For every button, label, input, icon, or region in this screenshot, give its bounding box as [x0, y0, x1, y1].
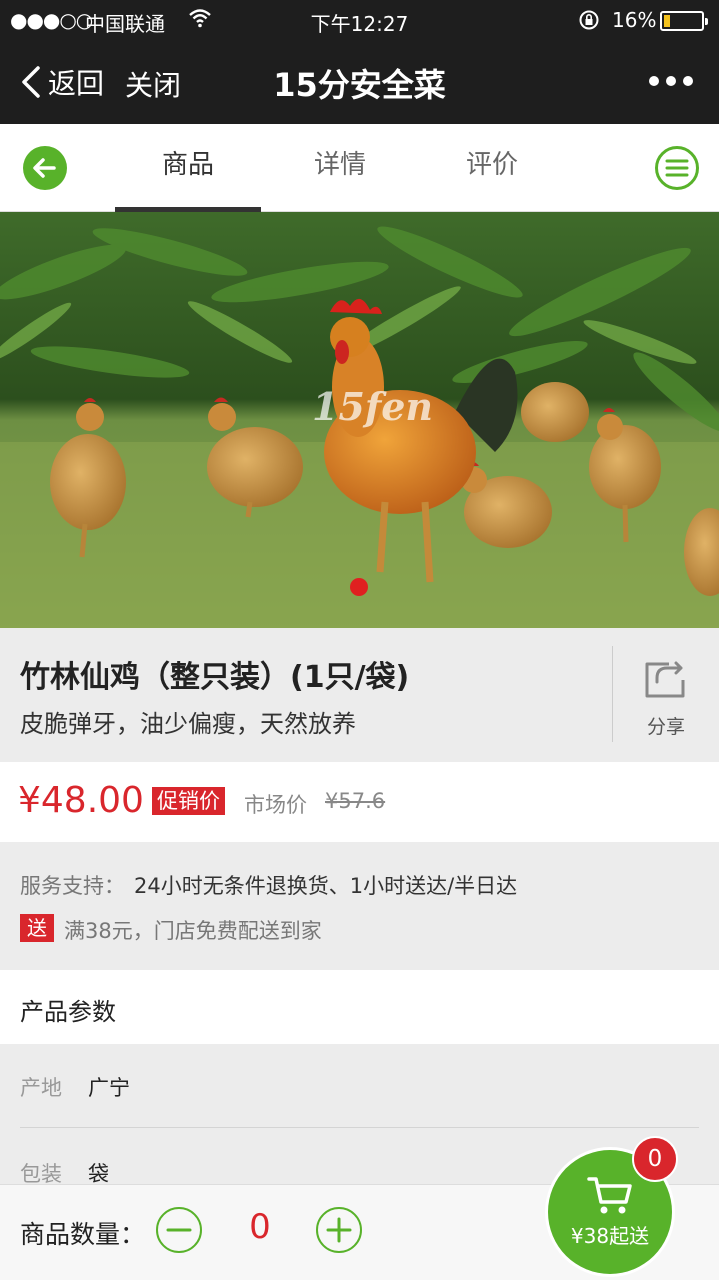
watermark-logo: 15fen [312, 384, 433, 429]
param-key: 产地 [20, 1076, 62, 1100]
share-button[interactable]: 分享 [613, 628, 719, 762]
tab-reviews[interactable]: 评价 [419, 124, 565, 212]
quantity-value: 0 [249, 1207, 271, 1247]
market-price-label: 市场价 [244, 793, 307, 817]
tab-bar: 商品 详情 评价 [0, 124, 719, 212]
param-row: 产地 广宁 [20, 1044, 699, 1128]
param-key: 包装 [20, 1162, 62, 1184]
plus-icon [326, 1217, 352, 1243]
hamburger-menu-icon [665, 159, 689, 177]
param-value: 袋 [88, 1162, 109, 1184]
battery-level [664, 15, 670, 27]
param-value: 广宁 [88, 1076, 130, 1100]
nav-bar: 返回 关闭 15分安全菜 [0, 40, 719, 124]
product-info: 竹林仙鸡（整只装）(1只/袋) 皮脆弹牙，油少偏瘦，天然放养 分享 [0, 628, 719, 762]
rotation-lock-icon [579, 10, 599, 30]
carousel-indicator[interactable] [350, 578, 368, 596]
increase-quantity-button[interactable] [316, 1207, 362, 1253]
market-price: ¥57.6 [325, 789, 386, 813]
shopping-cart-icon [587, 1177, 632, 1214]
back-arrow-button[interactable] [23, 146, 67, 190]
chickens-photo: 15fen [0, 212, 719, 628]
cart-minimum-label: ¥38起送 [570, 1224, 650, 1248]
tab-product[interactable]: 商品 [115, 124, 261, 212]
page-title: 15分安全菜 [273, 66, 446, 104]
current-price: ¥48.00 [18, 780, 144, 821]
arrow-left-icon [33, 158, 56, 178]
service-value: 24小时无条件退换货、1小时送达/半日达 [134, 874, 518, 898]
service-info: 服务支持： 24小时无条件退换货、1小时送达/半日达 送 满38元，门店免费配送… [0, 842, 719, 970]
params-title: 产品参数 [20, 998, 116, 1026]
decrease-quantity-button[interactable] [156, 1207, 202, 1253]
more-dots-icon[interactable] [649, 76, 693, 90]
quantity-label: 商品数量： [20, 1220, 146, 1249]
battery-percentage: 16% [612, 8, 657, 32]
product-description: 皮脆弹牙，油少偏瘦，天然放养 [20, 710, 356, 738]
product-name: 竹林仙鸡（整只装）(1只/袋) [20, 660, 410, 695]
delivery-text: 满38元，门店免费配送到家 [64, 919, 322, 943]
service-label: 服务支持： [20, 874, 125, 898]
delivery-badge: 送 [20, 914, 54, 942]
menu-button[interactable] [655, 146, 699, 190]
status-bar: ●●●○○ 中国联通 下午12:27 16% [0, 0, 719, 40]
battery-icon [660, 11, 708, 31]
share-icon [645, 661, 685, 698]
promo-badge: 促销价 [152, 787, 225, 815]
params-header: 产品参数 [0, 970, 719, 1044]
tab-details[interactable]: 详情 [267, 124, 413, 212]
cart-count-badge: 0 [632, 1136, 678, 1182]
product-image[interactable]: 15fen [0, 212, 719, 628]
price-row: ¥48.00 促销价 市场价 ¥57.6 [0, 762, 719, 842]
minus-icon [166, 1228, 192, 1232]
share-label: 分享 [646, 716, 685, 738]
